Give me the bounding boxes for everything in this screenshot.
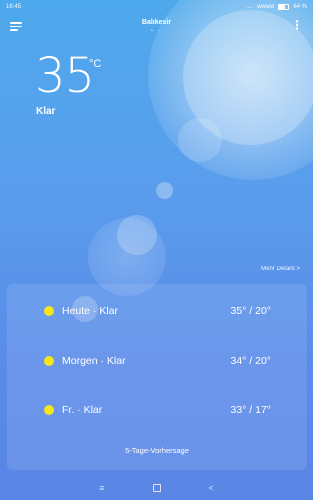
bokeh-orb: [178, 118, 222, 162]
more-details-link[interactable]: Mehr Details >: [261, 266, 300, 272]
more-vertical-icon: ⋮: [291, 18, 303, 32]
current-condition: Klar: [36, 106, 56, 117]
system-nav-bar: ≡ <: [0, 476, 313, 500]
more-options-button[interactable]: ⋮: [291, 19, 303, 31]
forecast-temp-range: 33° / 17°: [230, 404, 271, 416]
signal-icon: ....: [246, 4, 253, 10]
bokeh-orb: [156, 182, 173, 199]
forecast-row[interactable]: Morgen · Klar 34° / 20°: [7, 350, 307, 372]
forecast-day-label: Morgen · Klar: [62, 355, 126, 367]
back-button[interactable]: <: [209, 483, 214, 493]
temperature-unit: °C: [89, 58, 102, 70]
forecast-day-label: Fr. · Klar: [62, 404, 103, 416]
weather-screen: 16:45 .... wwww 64 % Balıkesir • ◦ ⋮ 35 …: [0, 0, 313, 500]
forecast-day-label: Heute · Klar: [62, 305, 119, 317]
wifi-icon: wwww: [256, 4, 275, 10]
forecast-temp-range: 35° / 20°: [230, 305, 271, 317]
page-indicator: • ◦: [151, 28, 162, 34]
sunny-icon: [44, 356, 54, 366]
home-button[interactable]: [152, 484, 161, 492]
current-temperature: 35: [35, 48, 95, 104]
forecast-temp-range: 34° / 20°: [230, 355, 271, 367]
battery-icon: [278, 4, 290, 10]
status-time: 16:45: [6, 4, 22, 10]
sunny-icon: [44, 306, 54, 316]
forecast-row[interactable]: Heute · Klar 35° / 20°: [7, 300, 307, 322]
sunny-icon: [44, 405, 54, 415]
forecast-row[interactable]: Fr. · Klar 33° / 17°: [7, 399, 307, 421]
bokeh-orb: [117, 215, 157, 255]
five-day-forecast-button[interactable]: 5-Tage-Vorhersage: [7, 446, 307, 455]
battery-level: 64 %: [293, 4, 307, 10]
status-bar: 16:45 .... wwww 64 %: [0, 0, 313, 14]
recent-apps-button[interactable]: ≡: [99, 483, 104, 493]
city-name: Balıkesir: [141, 19, 172, 26]
forecast-card: Heute · Klar 35° / 20° Morgen · Klar 34°…: [7, 284, 307, 470]
